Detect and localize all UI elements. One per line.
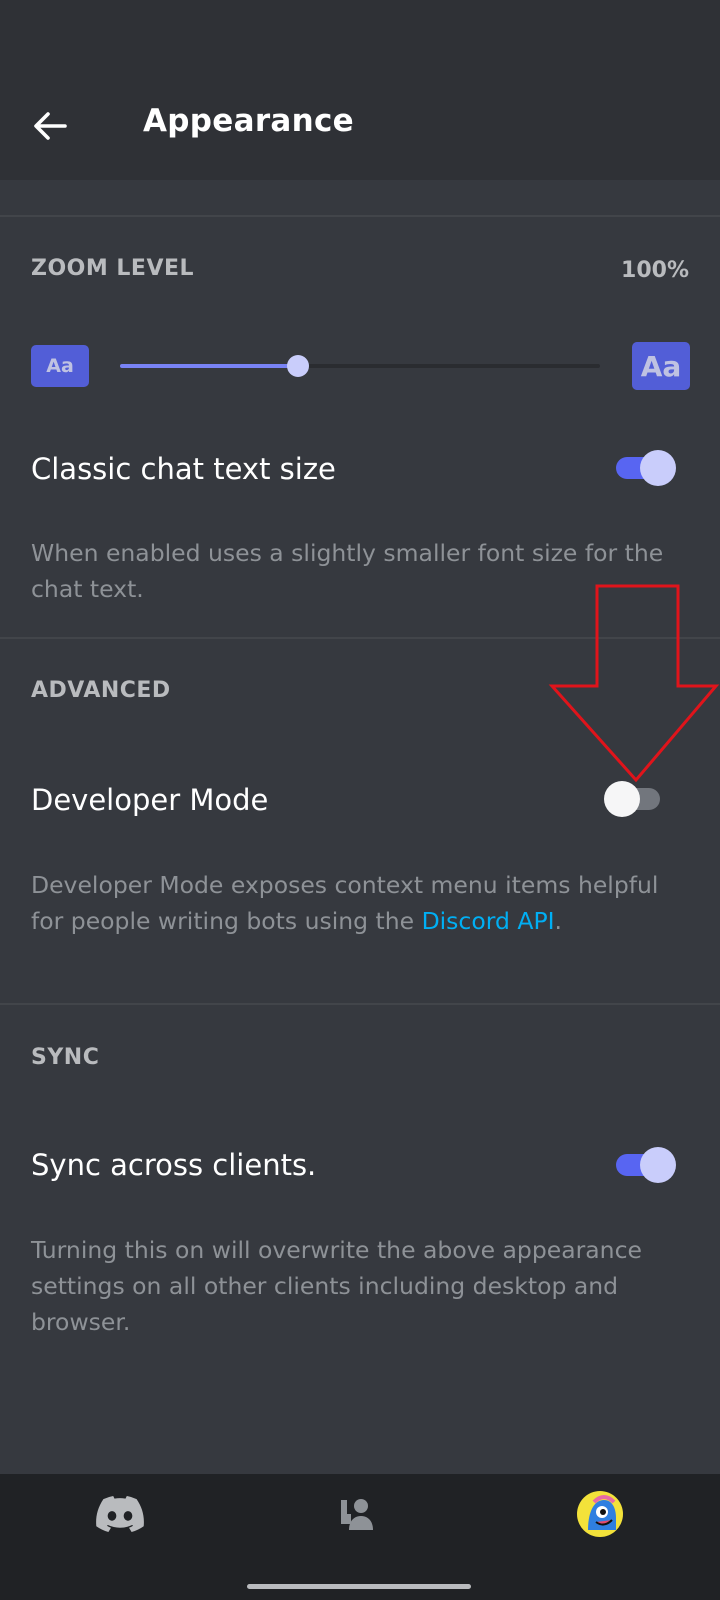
discord-home-icon: [96, 1496, 144, 1532]
sync-section-title: SYNC: [31, 1045, 100, 1070]
font-size-small-icon: Aa: [31, 345, 89, 387]
section-divider: [0, 1003, 720, 1005]
zoom-level-section-title: ZOOM LEVEL: [31, 256, 195, 281]
nav-profile[interactable]: [565, 1486, 635, 1542]
advanced-section-title: ADVANCED: [31, 678, 171, 703]
developer-mode-label: Developer Mode: [31, 783, 269, 817]
developer-mode-toggle[interactable]: [604, 779, 668, 819]
slider-fill: [120, 364, 298, 368]
section-divider: [0, 215, 720, 217]
nav-home[interactable]: [85, 1486, 155, 1542]
section-divider: [0, 637, 720, 639]
bottom-navigation-bar: [0, 1474, 720, 1600]
user-avatar-icon: [577, 1491, 623, 1537]
developer-mode-description-text: Developer Mode exposes context menu item…: [31, 871, 659, 935]
classic-chat-text-size-toggle[interactable]: [612, 448, 676, 488]
developer-mode-description-end: .: [554, 907, 563, 935]
back-button[interactable]: [28, 104, 72, 148]
page-title: Appearance: [143, 103, 354, 139]
sync-across-clients-label: Sync across clients.: [31, 1148, 317, 1182]
toggle-knob: [604, 781, 640, 817]
classic-chat-text-size-description: When enabled uses a slightly smaller fon…: [31, 539, 664, 603]
classic-chat-text-size-label: Classic chat text size: [31, 452, 336, 486]
developer-mode-description: Developer Mode exposes context menu item…: [31, 867, 681, 939]
sync-across-clients-toggle[interactable]: [612, 1145, 676, 1185]
friends-icon: [341, 1499, 373, 1530]
zoom-level-slider[interactable]: [120, 354, 600, 378]
font-size-large-icon: Aa: [632, 342, 690, 390]
discord-api-link[interactable]: Discord API: [422, 907, 555, 935]
nav-friends[interactable]: [322, 1486, 392, 1542]
home-indicator[interactable]: [247, 1584, 471, 1589]
slider-thumb[interactable]: [286, 355, 309, 377]
sync-across-clients-description: Turning this on will overwrite the above…: [31, 1236, 642, 1336]
toggle-knob: [640, 450, 676, 486]
toggle-knob: [640, 1147, 676, 1183]
app-header: Appearance: [0, 0, 720, 180]
arrow-left-icon: [34, 112, 67, 140]
zoom-level-value: 100%: [621, 258, 689, 283]
